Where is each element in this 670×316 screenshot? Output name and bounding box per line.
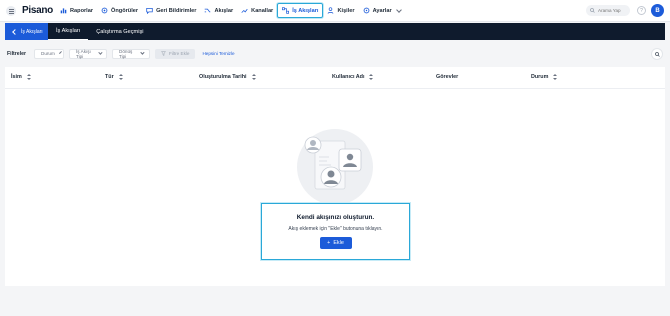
column-header-kullanici-adi[interactable]: Kullanıcı Adı — [332, 74, 374, 80]
column-header-isim[interactable]: İsim — [11, 74, 31, 80]
search-icon — [654, 51, 660, 57]
column-header-tur[interactable]: Tür — [105, 74, 123, 80]
column-header-gorevler: Görevler — [436, 74, 459, 80]
nav-item-geri-bildirimler[interactable]: Geri Bildirimler — [142, 3, 200, 18]
status-filter-select[interactable]: Durum — [34, 48, 65, 59]
nav-item-kanallar[interactable]: Kanallar — [237, 3, 277, 18]
chevron-down-icon — [140, 50, 145, 55]
table-search-button[interactable] — [651, 48, 663, 60]
nav-item-ayarlar[interactable]: Ayarlar — [359, 3, 405, 18]
clear-all-link[interactable]: Hepsini Temizle — [202, 51, 234, 56]
empty-state-card: Kendi akışınızı oluşturun. Akış eklemek … — [261, 203, 410, 260]
workflow-type-filter-select[interactable]: İş Akışı Tipi — [69, 48, 108, 59]
sort-icon — [369, 74, 374, 80]
workflow-table: İsim Tür Oluşturulma Tarihi Kullanıcı Ad… — [5, 67, 665, 286]
chevron-left-icon — [12, 28, 18, 35]
filter-icon — [161, 51, 167, 56]
flow-icon — [205, 8, 211, 13]
column-header-durum[interactable]: Durum — [531, 74, 558, 80]
tab-is-akislari[interactable]: İş Akışları — [48, 23, 89, 40]
gear-icon — [363, 7, 369, 14]
tab-calistirma-gecmisi[interactable]: Çalıştırma Geçmişi — [88, 23, 151, 40]
chart-icon — [60, 8, 67, 14]
empty-state-illustration — [297, 129, 373, 205]
empty-state-description: Akış eklemek için "Ekle" butonuna tıklay… — [288, 226, 383, 232]
table-header: İsim Tür Oluşturulma Tarihi Kullanıcı Ad… — [5, 67, 665, 89]
channel-icon — [241, 8, 248, 13]
chevron-down-icon — [58, 51, 62, 54]
avatar[interactable]: B — [651, 4, 664, 17]
logo[interactable]: Pisano — [22, 5, 53, 16]
chevron-down-icon — [97, 50, 102, 55]
sort-icon — [118, 74, 123, 80]
search-icon — [590, 8, 595, 13]
top-navigation: Pisano Raporlar Öngörüler Geri Bildiriml… — [0, 0, 670, 22]
filters-label: Filtreler — [7, 50, 27, 57]
add-workflow-button[interactable]: + Ekle — [319, 237, 352, 249]
filter-bar: Filtreler Durum İş Akışı Tipi Dönüş Tipi… — [7, 48, 235, 59]
nav-item-akislar[interactable]: Akışlar — [200, 3, 237, 18]
nav-item-ongoruler[interactable]: Öngörüler — [97, 3, 142, 18]
person-icon — [328, 7, 334, 14]
return-type-filter-select[interactable]: Dönüş Tipi — [112, 48, 151, 59]
sort-icon — [26, 74, 31, 80]
chevron-down-icon — [395, 6, 402, 13]
empty-state-title: Kendi akışınızı oluşturun. — [296, 214, 375, 221]
global-search[interactable] — [586, 5, 630, 16]
menu-icon[interactable] — [6, 6, 16, 16]
subheader: İş Akışları İş Akışları Çalıştırma Geçmi… — [5, 23, 665, 40]
main-nav: Raporlar Öngörüler Geri Bildirimler Akış… — [56, 3, 405, 19]
nav-item-kisiler[interactable]: Kişiler — [323, 3, 358, 18]
column-header-olusturulma-tarihi[interactable]: Oluşturulma Tarihi — [199, 74, 256, 80]
add-filter-button[interactable]: Filtre Ekle — [155, 48, 196, 59]
help-icon[interactable]: ? — [637, 6, 646, 15]
sort-icon — [553, 74, 558, 80]
plus-icon: + — [327, 240, 331, 246]
nav-item-raporlar[interactable]: Raporlar — [56, 3, 97, 18]
sort-icon — [251, 74, 256, 80]
nav-item-is-akislari[interactable]: İş Akışları — [277, 3, 324, 18]
insight-icon — [101, 7, 108, 14]
workflow-icon — [282, 7, 290, 14]
search-input[interactable] — [598, 8, 630, 13]
back-button[interactable]: İş Akışları — [5, 23, 48, 40]
feedback-icon — [146, 8, 153, 14]
